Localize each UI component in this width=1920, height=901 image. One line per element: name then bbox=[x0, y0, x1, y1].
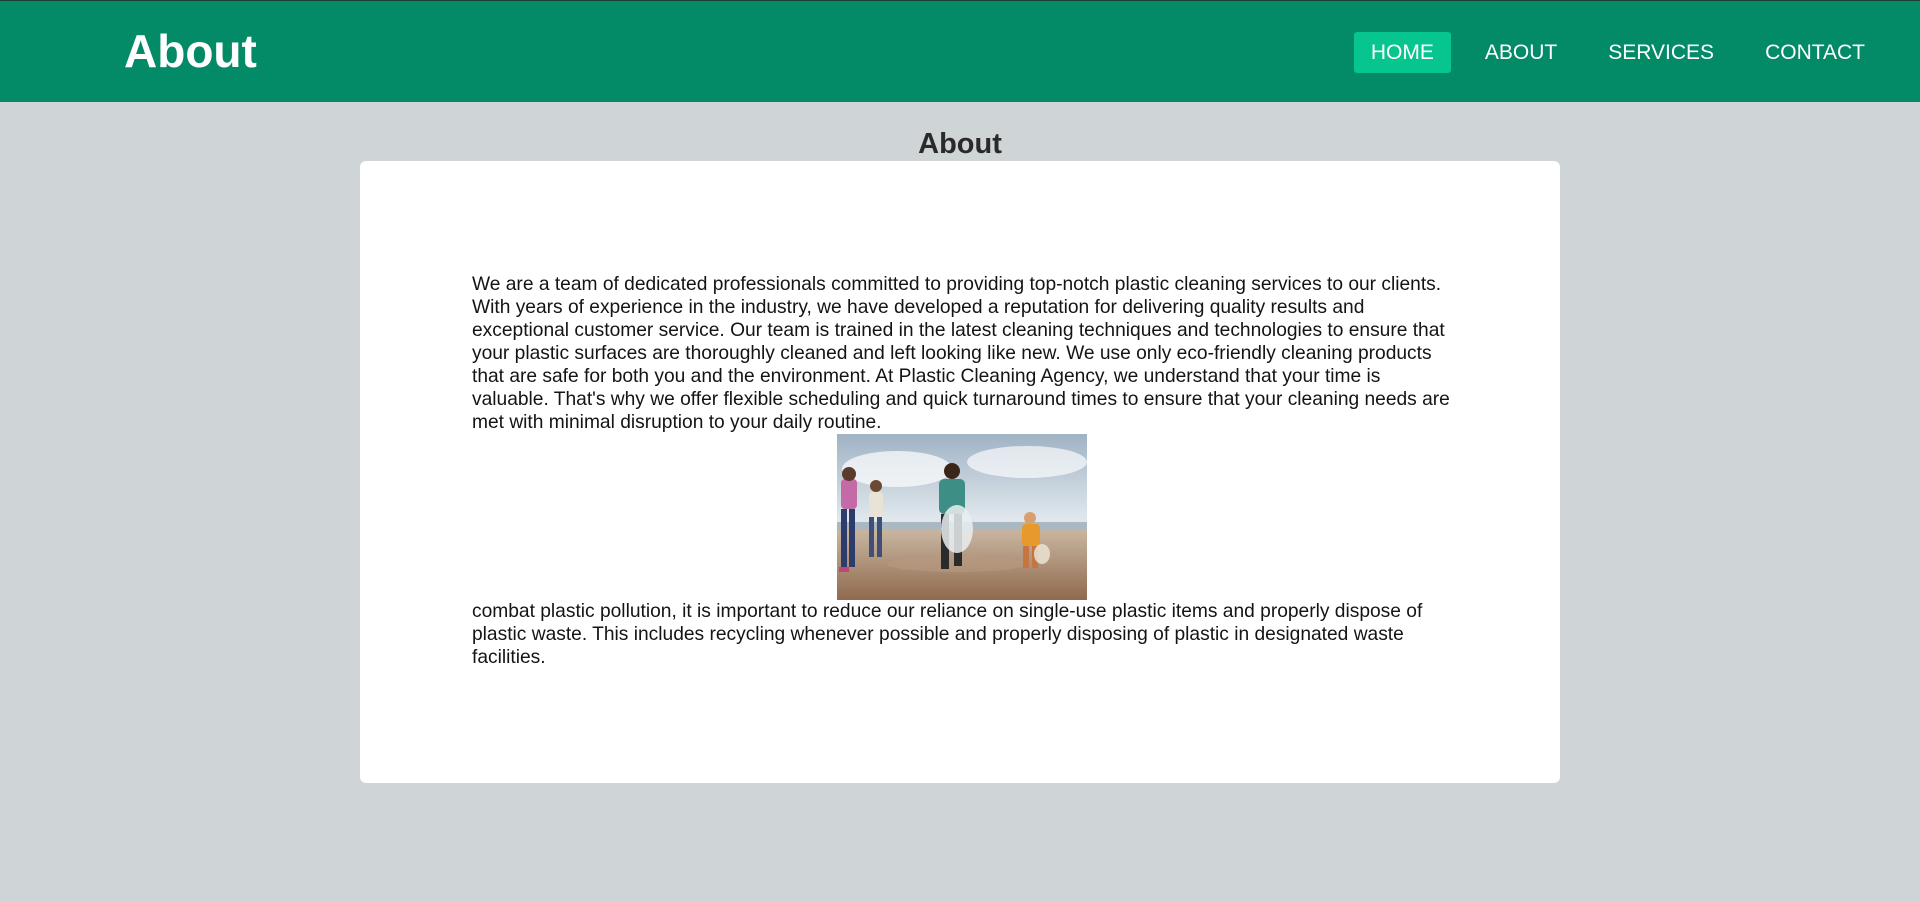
beach-cleanup-photo bbox=[837, 434, 1087, 600]
site-header: About HOME ABOUT SERVICES CONTACT bbox=[0, 0, 1920, 102]
nav-contact[interactable]: CONTACT bbox=[1748, 32, 1882, 73]
nav-services[interactable]: SERVICES bbox=[1591, 32, 1731, 73]
site-title: About bbox=[124, 25, 257, 77]
nav-about[interactable]: ABOUT bbox=[1468, 32, 1574, 73]
about-paragraph: We are a team of dedicated professionals… bbox=[472, 274, 1450, 433]
main-nav: HOME ABOUT SERVICES CONTACT bbox=[1337, 32, 1882, 73]
page-title: About bbox=[918, 128, 1002, 160]
content-card: We are a team of dedicated professionals… bbox=[360, 161, 1560, 783]
content-body: We are a team of dedicated professionals… bbox=[472, 273, 1452, 669]
nav-home[interactable]: HOME bbox=[1353, 32, 1451, 73]
pollution-paragraph: combat plastic pollution, it is importan… bbox=[472, 601, 1423, 668]
